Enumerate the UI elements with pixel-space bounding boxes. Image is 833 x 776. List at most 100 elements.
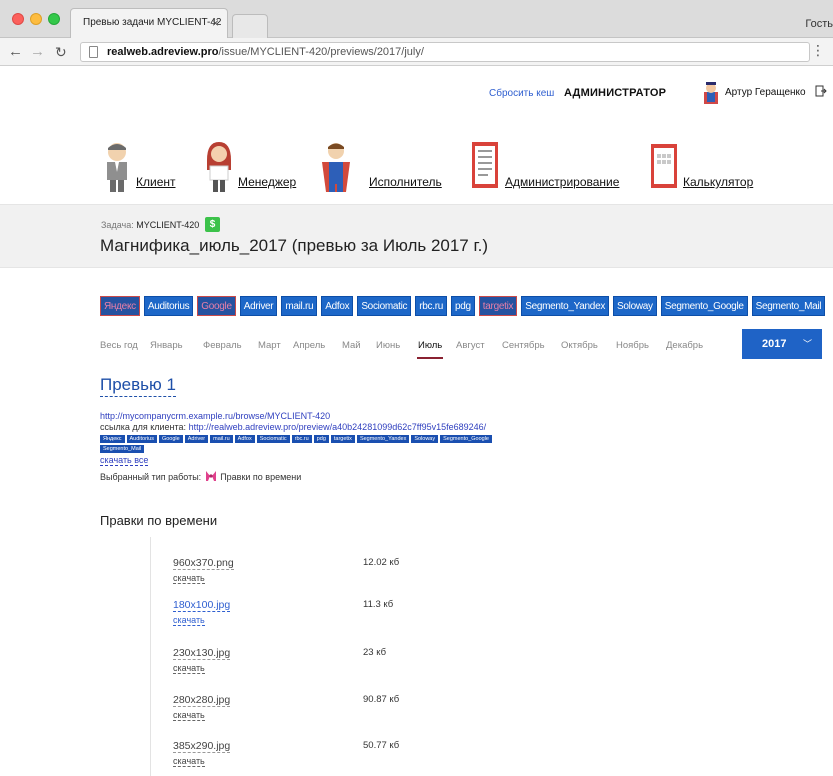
preview-tag: Segmento_Mail	[100, 445, 145, 453]
preview-tag: targetix	[330, 435, 355, 443]
back-arrow-icon[interactable]: ←	[8, 43, 23, 61]
section-title: Правки по времени	[100, 513, 218, 528]
month-tab[interactable]: Ноябрь	[616, 340, 649, 351]
file-name-link[interactable]: 385x290.jpg	[173, 740, 231, 753]
url-host: realweb.adreview.pro	[107, 46, 219, 58]
nav-item-executor[interactable]: Исполнитель	[320, 140, 442, 192]
preview-tag: rbc.ru	[291, 435, 312, 443]
platform-filter-button[interactable]: pdg	[451, 296, 475, 316]
month-tab[interactable]: Май	[342, 340, 361, 351]
nav-label-client: Клиент	[136, 175, 176, 189]
client-link[interactable]: http://realweb.adreview.pro/preview/a40b…	[189, 422, 487, 432]
preview-tags: Яндекс Auditorius Google Adriver mail.ru Adfo…	[100, 435, 530, 453]
platform-filter-bar: Яндекс Auditorius Google Adriver mail.ru Adfo…	[100, 296, 826, 316]
maximize-window-icon[interactable]	[48, 13, 60, 25]
client-link-label: ссылка для клиента:	[100, 422, 187, 432]
file-name-link[interactable]: 180x100.jpg	[173, 599, 231, 612]
platform-filter-button[interactable]: Яндекс	[100, 296, 140, 316]
new-tab-button[interactable]	[232, 14, 268, 38]
year-value: 2017	[762, 338, 787, 350]
address-bar[interactable]: realweb.adreview.pro/issue/MYCLIENT-420/…	[80, 42, 810, 62]
tab-close-icon[interactable]: ×	[212, 9, 219, 37]
main-navigation: Клиент Менеджер Исполнитель Администриро…	[0, 140, 833, 192]
platform-filter-button[interactable]: Segmento_Google	[660, 296, 748, 316]
active-month-indicator	[417, 357, 443, 359]
url-path: /issue/MYCLIENT-420/previews/2017/july/	[218, 46, 424, 58]
minimize-window-icon[interactable]	[30, 13, 42, 25]
nav-label-manager: Менеджер	[238, 175, 297, 189]
task-header: Задача: MYCLIENT-420 $ Магнифика_июль_20…	[0, 204, 833, 268]
platform-filter-button[interactable]: rbc.ru	[415, 296, 447, 316]
forward-arrow-icon[interactable]: →	[30, 43, 45, 61]
close-window-icon[interactable]	[12, 13, 24, 25]
year-select[interactable]: 2017 ﹀	[742, 329, 822, 359]
nav-item-calculator[interactable]: Калькулятор	[648, 140, 758, 192]
platform-filter-button[interactable]: Auditorius	[143, 296, 194, 316]
task-code: MYCLIENT-420	[136, 220, 200, 230]
month-tab[interactable]: Август	[456, 340, 485, 351]
guest-profile-label[interactable]: Гость	[805, 18, 833, 30]
browser-menu-icon[interactable]: ⋮	[811, 42, 825, 59]
month-tab[interactable]: Январь	[150, 340, 183, 351]
chevron-down-icon: ﹀	[802, 339, 812, 349]
nav-label-calculator: Калькулятор	[683, 175, 754, 189]
preview-tag: Segmento_Yandex	[356, 435, 410, 443]
file-download-link[interactable]: скачать	[173, 573, 205, 584]
preview-tag: Яндекс	[100, 435, 125, 443]
month-tab[interactable]: Июль	[418, 340, 442, 351]
file-download-link[interactable]: скачать	[173, 710, 205, 721]
file-row: 960x370.png скачать 12.02 кб	[173, 557, 573, 597]
month-tab[interactable]: Сентябрь	[502, 340, 545, 351]
work-type: Выбранный тип работы: Правки по времени	[100, 470, 800, 483]
month-tab[interactable]: Март	[258, 340, 281, 351]
platform-filter-button[interactable]: Google	[197, 296, 236, 316]
month-tab[interactable]: Декабрь	[666, 340, 703, 351]
nav-item-admin[interactable]: Администрирование	[469, 140, 629, 192]
platform-filter-button[interactable]: Segmento_Mail	[751, 296, 826, 316]
preview-tag: pdg	[313, 435, 329, 443]
platform-filter-button[interactable]: Adriver	[239, 296, 278, 316]
platform-filter-button[interactable]: mail.ru	[281, 296, 318, 316]
user-name[interactable]: Артур Геращенко	[725, 87, 806, 98]
file-name-link[interactable]: 280x280.jpg	[173, 694, 231, 707]
file-name-link[interactable]: 960x370.png	[173, 557, 234, 570]
admin-icon	[472, 142, 498, 188]
file-download-link[interactable]: скачать	[173, 663, 205, 674]
file-list: 960x370.png скачать 12.02 кб 180x100.jpg ска…	[150, 537, 833, 776]
month-tab[interactable]: Июнь	[376, 340, 400, 351]
crm-link[interactable]: http://mycompanycrm.example.ru/browse/MY…	[100, 411, 330, 421]
tab-title: Превью задачи MYCLIENT-42	[83, 17, 222, 28]
user-role: АДМИНИСТРАТОР	[564, 87, 667, 99]
file-size: 90.87 кб	[363, 694, 400, 705]
download-all-link[interactable]: скачать все	[100, 455, 149, 466]
money-icon[interactable]: $	[205, 217, 220, 232]
preview-title[interactable]: Превью 1	[100, 374, 176, 397]
platform-filter-button[interactable]: Segmento_Yandex	[521, 296, 610, 316]
file-download-link[interactable]: скачать	[173, 756, 205, 767]
platform-filter-button[interactable]: targetix	[478, 296, 518, 316]
file-size: 23 кб	[363, 647, 387, 658]
file-name-link[interactable]: 230x130.jpg	[173, 647, 231, 660]
preview-tag: Segmento_Google	[440, 435, 492, 443]
user-avatar-icon	[704, 82, 718, 104]
logout-icon[interactable]	[815, 85, 827, 97]
file-download-link[interactable]: скачать	[173, 615, 205, 626]
preview-tag: Soloway	[411, 435, 439, 443]
platform-filter-button[interactable]: Sociomatic	[357, 296, 412, 316]
reset-cache-link[interactable]: Сбросить кеш	[489, 88, 554, 99]
browser-tab[interactable]: Превью задачи MYCLIENT-42 ×	[70, 8, 228, 38]
month-tab[interactable]: Февраль	[203, 340, 242, 351]
task-title: Магнифика_июль_2017 (превью за Июль 2017…	[100, 236, 488, 255]
month-tab[interactable]: Апрель	[293, 340, 325, 351]
month-tab[interactable]: Весь год	[100, 340, 138, 351]
month-tab[interactable]: Октябрь	[561, 340, 598, 351]
preview-tag: Sociomatic	[256, 435, 290, 443]
file-row: 280x280.jpg скачать 90.87 кб	[173, 694, 573, 734]
platform-filter-button[interactable]: Adfox	[321, 296, 354, 316]
file-row: 180x100.jpg скачать 11.3 кб	[173, 599, 573, 639]
platform-filter-button[interactable]: Soloway	[613, 296, 657, 316]
reload-icon[interactable]: ↻	[55, 43, 67, 61]
nav-item-manager[interactable]: Менеджер	[203, 140, 303, 192]
nav-item-client[interactable]: Клиент	[101, 140, 181, 192]
nav-label-admin: Администрирование	[505, 175, 620, 189]
